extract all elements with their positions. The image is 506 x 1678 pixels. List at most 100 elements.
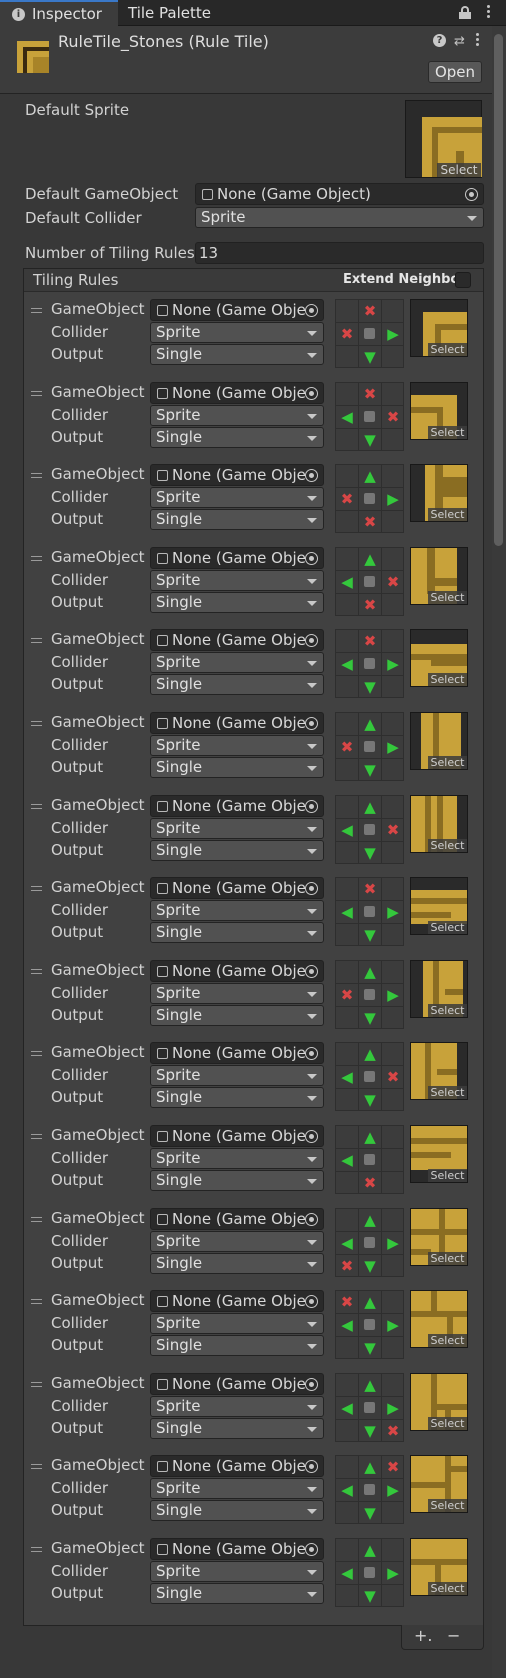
not-neighbor-icon[interactable]: ✖	[382, 1456, 404, 1478]
rule-sprite-field[interactable]: Select	[410, 1290, 468, 1348]
remove-rule-button[interactable]: −	[447, 1626, 460, 1645]
object-picker-icon[interactable]	[465, 188, 478, 201]
drag-handle-icon[interactable]	[31, 1051, 42, 1059]
rule-output-dropdown[interactable]: Single	[150, 1335, 324, 1356]
rule-collider-dropdown[interactable]: Sprite	[150, 1313, 324, 1334]
not-neighbor-icon[interactable]: ✖	[359, 383, 381, 405]
rule-collider-dropdown[interactable]: Sprite	[150, 900, 324, 921]
rule-gameobject-field[interactable]: None (Game Obje	[150, 1042, 324, 1064]
rule-gameobject-field[interactable]: None (Game Obje	[150, 1538, 324, 1560]
rule-collider-dropdown[interactable]: Sprite	[150, 1231, 324, 1252]
neighbor-grid[interactable]: ✖ ▲ ◀ ▶ ▼	[335, 1290, 404, 1359]
neighbor-arrow-icon[interactable]: ◀	[336, 1397, 358, 1419]
neighbor-arrow-icon[interactable]: ▶	[382, 1314, 404, 1336]
neighbor-arrow-icon[interactable]: ▲	[359, 961, 381, 983]
drag-handle-icon[interactable]	[31, 1464, 42, 1472]
drag-handle-icon[interactable]	[31, 308, 42, 316]
rule-gameobject-field[interactable]: None (Game Obje	[150, 1208, 324, 1230]
rule-output-dropdown[interactable]: Single	[150, 509, 324, 530]
select-button[interactable]: Select	[428, 1499, 467, 1512]
rule-collider-dropdown[interactable]: Sprite	[150, 652, 324, 673]
not-neighbor-icon[interactable]: ✖	[336, 1291, 358, 1313]
drag-handle-icon[interactable]	[31, 556, 42, 564]
neighbor-grid[interactable]: ✖ ✖ ▶ ▼	[335, 299, 404, 368]
rule-sprite-field[interactable]: Select	[410, 464, 468, 522]
neighbor-arrow-icon[interactable]: ◀	[336, 819, 358, 841]
rule-output-dropdown[interactable]: Single	[150, 1005, 324, 1026]
select-button[interactable]: Select	[428, 1169, 467, 1182]
drag-handle-icon[interactable]	[31, 1382, 42, 1390]
neighbor-arrow-icon[interactable]: ◀	[336, 571, 358, 593]
not-neighbor-icon[interactable]: ✖	[336, 323, 358, 345]
neighbor-grid[interactable]: ▲ ◀ ✖ ✖	[335, 547, 404, 616]
object-picker-icon[interactable]	[305, 800, 318, 813]
object-picker-icon[interactable]	[305, 1295, 318, 1308]
object-picker-icon[interactable]	[305, 304, 318, 317]
rule-sprite-field[interactable]: Select	[410, 795, 468, 853]
rule-output-dropdown[interactable]: Single	[150, 1170, 324, 1191]
neighbor-arrow-icon[interactable]: ◀	[336, 901, 358, 923]
rule-gameobject-field[interactable]: None (Game Obje	[150, 629, 324, 651]
rule-output-dropdown[interactable]: Single	[150, 1583, 324, 1604]
neighbor-arrow-icon[interactable]: ◀	[336, 406, 358, 428]
scrollbar[interactable]	[492, 26, 506, 1678]
rule-output-dropdown[interactable]: Single	[150, 674, 324, 695]
drag-handle-icon[interactable]	[31, 1547, 42, 1555]
rule-gameobject-field[interactable]: None (Game Obje	[150, 1373, 324, 1395]
rule-output-dropdown[interactable]: Single	[150, 344, 324, 365]
neighbor-grid[interactable]: ▲ ✖ ◀ ▶ ▼	[335, 1455, 404, 1524]
neighbor-arrow-icon[interactable]: ◀	[336, 653, 358, 675]
not-neighbor-icon[interactable]: ✖	[382, 406, 404, 428]
object-picker-icon[interactable]	[305, 717, 318, 730]
num-rules-field[interactable]: 13	[195, 242, 484, 264]
object-picker-icon[interactable]	[305, 965, 318, 978]
neighbor-arrow-icon[interactable]: ▲	[359, 1456, 381, 1478]
not-neighbor-icon[interactable]: ✖	[359, 300, 381, 322]
neighbor-arrow-icon[interactable]: ▲	[359, 1043, 381, 1065]
object-picker-icon[interactable]	[305, 634, 318, 647]
rule-sprite-field[interactable]: Select	[410, 629, 468, 687]
object-picker-icon[interactable]	[305, 1213, 318, 1226]
not-neighbor-icon[interactable]: ✖	[382, 1420, 404, 1442]
select-button[interactable]: Select	[428, 1417, 467, 1430]
scrollbar-thumb[interactable]	[494, 34, 503, 546]
object-picker-icon[interactable]	[305, 469, 318, 482]
neighbor-arrow-icon[interactable]: ▶	[382, 1232, 404, 1254]
default-gameobject-field[interactable]: None (Game Object)	[195, 183, 484, 205]
neighbor-arrow-icon[interactable]: ▼	[359, 1337, 381, 1359]
select-button[interactable]: Select	[437, 163, 481, 177]
rule-output-dropdown[interactable]: Single	[150, 840, 324, 861]
neighbor-arrow-icon[interactable]: ▶	[382, 653, 404, 675]
select-button[interactable]: Select	[428, 1086, 467, 1099]
rule-output-dropdown[interactable]: Single	[150, 757, 324, 778]
neighbor-arrow-icon[interactable]: ▼	[359, 1089, 381, 1111]
tab-menu-icon[interactable]	[487, 5, 491, 21]
help-icon[interactable]: ?	[433, 34, 446, 47]
select-button[interactable]: Select	[428, 1004, 467, 1017]
object-picker-icon[interactable]	[305, 1130, 318, 1143]
neighbor-arrow-icon[interactable]: ▼	[359, 676, 381, 698]
tab-tile-palette[interactable]: Tile Palette	[128, 0, 211, 26]
select-button[interactable]: Select	[428, 756, 467, 769]
rule-gameobject-field[interactable]: None (Game Obje	[150, 1455, 324, 1477]
drag-handle-icon[interactable]	[31, 638, 42, 646]
rule-gameobject-field[interactable]: None (Game Obje	[150, 960, 324, 982]
neighbor-arrow-icon[interactable]: ▶	[382, 984, 404, 1006]
rule-output-dropdown[interactable]: Single	[150, 1418, 324, 1439]
select-button[interactable]: Select	[428, 426, 467, 439]
neighbor-arrow-icon[interactable]: ▲	[359, 465, 381, 487]
object-picker-icon[interactable]	[305, 1378, 318, 1391]
neighbor-grid[interactable]: ✖ ◀ ✖ ▼	[335, 382, 404, 451]
neighbor-arrow-icon[interactable]: ▲	[359, 713, 381, 735]
drag-handle-icon[interactable]	[31, 473, 42, 481]
neighbor-arrow-icon[interactable]: ▲	[359, 548, 381, 570]
neighbor-arrow-icon[interactable]: ▲	[359, 1126, 381, 1148]
rule-collider-dropdown[interactable]: Sprite	[150, 1148, 324, 1169]
neighbor-grid[interactable]: ✖ ◀ ▶ ▼	[335, 629, 404, 698]
not-neighbor-icon[interactable]: ✖	[359, 511, 381, 533]
rule-gameobject-field[interactable]: None (Game Obje	[150, 299, 324, 321]
rule-collider-dropdown[interactable]: Sprite	[150, 983, 324, 1004]
not-neighbor-icon[interactable]: ✖	[336, 736, 358, 758]
neighbor-arrow-icon[interactable]: ◀	[336, 1562, 358, 1584]
object-picker-icon[interactable]	[305, 552, 318, 565]
